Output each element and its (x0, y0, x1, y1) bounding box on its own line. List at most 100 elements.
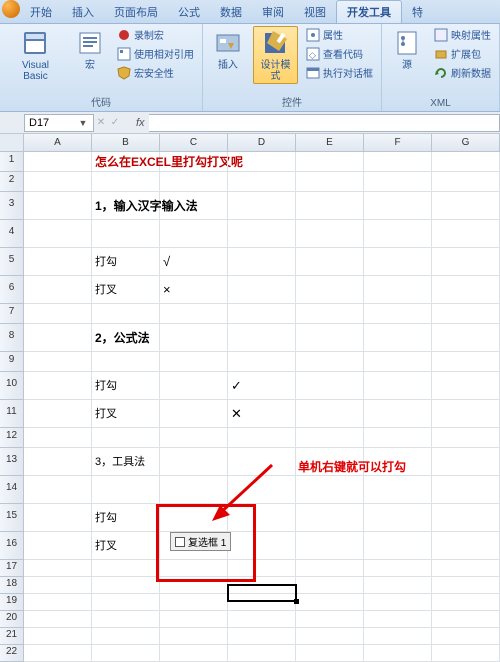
cell-E20[interactable] (296, 611, 364, 628)
col-header-G[interactable]: G (432, 134, 500, 152)
cell-D5[interactable] (228, 248, 296, 276)
tab-1[interactable]: 插入 (62, 1, 104, 23)
row-header-18[interactable]: 18 (0, 577, 24, 594)
cell-C20[interactable] (160, 611, 228, 628)
col-header-D[interactable]: D (228, 134, 296, 152)
cell-E21[interactable] (296, 628, 364, 645)
cell-B18[interactable] (92, 577, 160, 594)
cell-D21[interactable] (228, 628, 296, 645)
col-header-B[interactable]: B (92, 134, 160, 152)
cell-B5[interactable]: 打勾 (92, 248, 160, 276)
cell-F8[interactable] (364, 324, 432, 352)
cell-B14[interactable] (92, 476, 160, 504)
cell-G21[interactable] (432, 628, 500, 645)
row-header-16[interactable]: 16 (0, 532, 24, 560)
cell-C8[interactable] (160, 324, 228, 352)
cell-G20[interactable] (432, 611, 500, 628)
cell-G4[interactable] (432, 220, 500, 248)
row-header-20[interactable]: 20 (0, 611, 24, 628)
cell-E11[interactable] (296, 400, 364, 428)
fx-button[interactable]: fx (136, 117, 145, 129)
cell-F14[interactable] (364, 476, 432, 504)
office-button[interactable] (2, 0, 20, 18)
enter-icon[interactable]: ✓ (108, 117, 122, 128)
relative-ref-button[interactable]: 使用相对引用 (115, 45, 196, 62)
cell-D8[interactable] (228, 324, 296, 352)
cell-A11[interactable] (24, 400, 92, 428)
cell-A12[interactable] (24, 428, 92, 448)
cell-A18[interactable] (24, 577, 92, 594)
cell-B9[interactable] (92, 352, 160, 372)
cell-C6[interactable]: × (160, 276, 228, 304)
cell-G9[interactable] (432, 352, 500, 372)
cell-A14[interactable] (24, 476, 92, 504)
cell-F4[interactable] (364, 220, 432, 248)
select-all-corner[interactable] (0, 134, 24, 152)
cell-G12[interactable] (432, 428, 500, 448)
cell-E9[interactable] (296, 352, 364, 372)
tab-7[interactable]: 开发工具 (336, 0, 402, 23)
cell-C1[interactable] (160, 152, 228, 172)
cell-F10[interactable] (364, 372, 432, 400)
cell-E7[interactable] (296, 304, 364, 324)
cell-A9[interactable] (24, 352, 92, 372)
cell-B13[interactable]: 3，工具法 (92, 448, 160, 476)
cell-C3[interactable] (160, 192, 228, 220)
view-code-button[interactable]: ◇ 查看代码 (304, 45, 375, 62)
cell-D9[interactable] (228, 352, 296, 372)
cell-D4[interactable] (228, 220, 296, 248)
cell-G17[interactable] (432, 560, 500, 577)
macro-security-button[interactable]: 宏安全性 (115, 64, 196, 81)
record-macro-button[interactable]: 录制宏 (115, 26, 196, 43)
cell-E4[interactable] (296, 220, 364, 248)
cell-G2[interactable] (432, 172, 500, 192)
col-header-E[interactable]: E (296, 134, 364, 152)
cell-G6[interactable] (432, 276, 500, 304)
row-header-15[interactable]: 15 (0, 504, 24, 532)
cell-G10[interactable] (432, 372, 500, 400)
cell-E2[interactable] (296, 172, 364, 192)
cell-G5[interactable] (432, 248, 500, 276)
cell-B2[interactable] (92, 172, 160, 192)
cell-C22[interactable] (160, 645, 228, 662)
cell-F11[interactable] (364, 400, 432, 428)
properties-button[interactable]: 属性 (304, 26, 375, 43)
cell-A19[interactable] (24, 594, 92, 611)
cell-C2[interactable] (160, 172, 228, 192)
cell-D11[interactable]: ✕ (228, 400, 296, 428)
row-header-9[interactable]: 9 (0, 352, 24, 372)
cell-E1[interactable] (296, 152, 364, 172)
cell-A15[interactable] (24, 504, 92, 532)
cell-B16[interactable]: 打叉 (92, 532, 160, 560)
map-props-button[interactable]: 映射属性 (432, 26, 493, 43)
cell-A22[interactable] (24, 645, 92, 662)
cell-G19[interactable] (432, 594, 500, 611)
tab-4[interactable]: 数据 (210, 1, 252, 23)
cell-E18[interactable] (296, 577, 364, 594)
col-header-A[interactable]: A (24, 134, 92, 152)
cell-A5[interactable] (24, 248, 92, 276)
insert-control-button[interactable]: 插入 (209, 26, 247, 73)
cell-D22[interactable] (228, 645, 296, 662)
row-header-10[interactable]: 10 (0, 372, 24, 400)
tab-0[interactable]: 开始 (20, 1, 62, 23)
cell-F22[interactable] (364, 645, 432, 662)
cell-B11[interactable]: 打叉 (92, 400, 160, 428)
cell-E16[interactable] (296, 532, 364, 560)
cell-A17[interactable] (24, 560, 92, 577)
cell-D1[interactable] (228, 152, 296, 172)
cell-B20[interactable] (92, 611, 160, 628)
cell-G22[interactable] (432, 645, 500, 662)
cell-C21[interactable] (160, 628, 228, 645)
cell-A8[interactable] (24, 324, 92, 352)
col-header-C[interactable]: C (160, 134, 228, 152)
cell-A2[interactable] (24, 172, 92, 192)
refresh-button[interactable]: 刷新数据 (432, 64, 493, 81)
name-box-dropdown[interactable]: ▼ (77, 118, 89, 128)
cell-D6[interactable] (228, 276, 296, 304)
cell-G18[interactable] (432, 577, 500, 594)
source-button[interactable]: 源 (388, 26, 426, 73)
cell-C5[interactable]: √ (160, 248, 228, 276)
cell-F18[interactable] (364, 577, 432, 594)
cell-A1[interactable] (24, 152, 92, 172)
